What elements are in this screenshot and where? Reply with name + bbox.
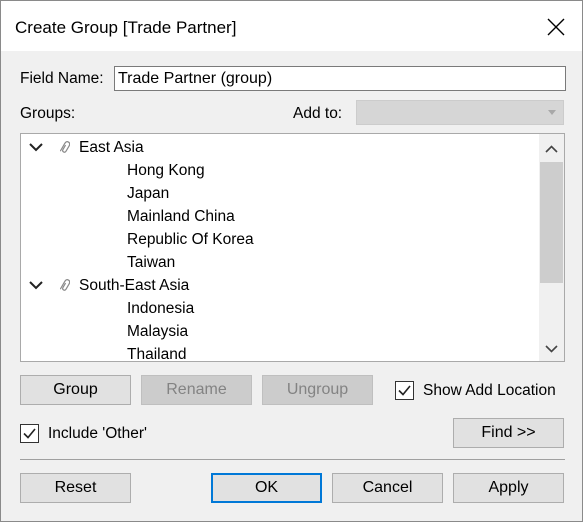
dialog-title: Create Group [Trade Partner]	[15, 18, 237, 37]
chevron-down-icon[interactable]	[29, 143, 43, 152]
checkmark-icon	[23, 428, 36, 439]
title-bar: Create Group [Trade Partner]	[1, 1, 582, 51]
tree-group-row[interactable]: East Asia	[27, 136, 527, 159]
scroll-down-icon[interactable]	[539, 336, 564, 361]
cancel-button[interactable]: Cancel	[332, 473, 443, 503]
close-button[interactable]	[538, 9, 574, 45]
reset-button[interactable]: Reset	[20, 473, 131, 503]
apply-button[interactable]: Apply	[453, 473, 564, 503]
dropdown-arrow-icon	[548, 110, 556, 115]
field-name-label: Field Name:	[20, 70, 104, 87]
tree-item[interactable]: Taiwan	[127, 251, 175, 274]
tree-item[interactable]: Malaysia	[127, 320, 188, 343]
find-button[interactable]: Find >>	[453, 418, 564, 448]
checkmark-icon	[398, 385, 411, 396]
group-button[interactable]: Group	[20, 375, 131, 405]
tree-item[interactable]: Indonesia	[127, 297, 194, 320]
add-to-dropdown[interactable]	[356, 100, 564, 125]
show-add-location-checkbox[interactable]	[395, 381, 414, 400]
tree-item[interactable]: Hong Kong	[127, 159, 205, 182]
field-name-input[interactable]: Trade Partner (group)	[114, 66, 566, 91]
add-to-label: Add to:	[293, 105, 343, 122]
tree-group-label: South-East Asia	[79, 277, 190, 294]
tree-item[interactable]: Mainland China	[127, 205, 235, 228]
rename-button[interactable]: Rename	[141, 375, 252, 405]
groups-label: Groups:	[20, 105, 76, 122]
scrollbar-thumb[interactable]	[540, 162, 563, 283]
groups-tree[interactable]: East Asia Hong Kong Japan Mainland China…	[20, 133, 565, 362]
show-add-location-label: Show Add Location	[423, 382, 556, 399]
vertical-scrollbar[interactable]	[539, 134, 564, 361]
chevron-down-icon[interactable]	[29, 281, 43, 290]
ok-button[interactable]: OK	[211, 473, 322, 503]
tree-group-row[interactable]: South-East Asia	[27, 274, 527, 297]
paperclip-icon	[60, 141, 70, 153]
scroll-up-icon[interactable]	[539, 137, 564, 162]
close-icon	[547, 18, 565, 36]
separator	[20, 459, 565, 460]
include-other-label: Include 'Other'	[48, 425, 147, 442]
include-other-checkbox[interactable]	[20, 424, 39, 443]
create-group-dialog: Create Group [Trade Partner] Field Name:…	[0, 0, 583, 522]
tree-item[interactable]: Republic Of Korea	[127, 228, 254, 251]
paperclip-icon	[60, 279, 70, 291]
tree-group-label: East Asia	[79, 139, 144, 156]
tree-item[interactable]: Thailand	[127, 343, 186, 361]
ungroup-button[interactable]: Ungroup	[262, 375, 373, 405]
tree-item[interactable]: Japan	[127, 182, 169, 205]
